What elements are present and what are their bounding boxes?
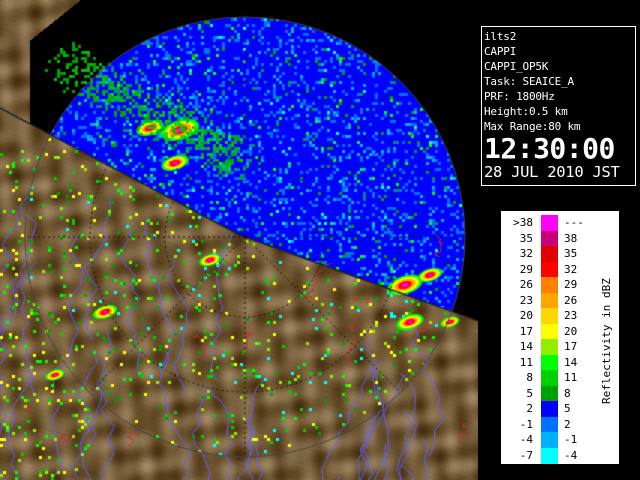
legend-low-value: -7: [519, 448, 533, 462]
legend-high-value: ---: [564, 216, 584, 229]
legend-low-value: 26: [519, 278, 533, 291]
legend-high-value: 2: [564, 417, 571, 431]
reflectivity-legend: Reflectivity in dBZ >38 --- 35 38 32 35 29 32 26…: [500, 210, 620, 465]
legend-high-value: 17: [564, 340, 578, 353]
legend-low-value: 23: [519, 293, 533, 307]
legend-row: 58: [501, 385, 619, 402]
station-name: ilts2: [484, 30, 517, 43]
legend-color-swatch: [541, 292, 558, 309]
legend-row: 29 32: [501, 261, 619, 278]
legend-row: -4 -1: [501, 432, 619, 448]
legend-high-value: 29: [564, 278, 578, 291]
legend-low-value: 11: [519, 355, 533, 369]
legend-high-value: -4: [564, 448, 578, 462]
legend-color-swatch: [541, 339, 558, 355]
legend-low-value: -4: [519, 433, 533, 446]
legend-low-value: 5: [526, 386, 533, 400]
legend-row: >38 ---: [501, 215, 619, 231]
task-label: Task: SEAICE_A: [484, 75, 574, 88]
legend-color-swatch: [541, 354, 558, 371]
legend-low-value: 14: [519, 340, 533, 353]
legend-high-value: 14: [564, 355, 578, 369]
product-name: CAPPI: [484, 45, 517, 58]
legend-row: 11 14: [501, 354, 619, 371]
legend-row: 35 38: [501, 230, 619, 247]
prf-label: PRF: 1800Hz: [484, 90, 555, 103]
legend-color-swatch: [541, 308, 558, 324]
legend-row: -1 2: [501, 416, 619, 433]
legend-row: -7 -4: [501, 447, 619, 464]
legend-high-value: 11: [564, 371, 578, 384]
legend-row: 8 11: [501, 370, 619, 386]
legend-low-value: 17: [519, 324, 533, 338]
legend-low-value: 2: [526, 402, 533, 415]
legend-color-swatch: [541, 432, 558, 448]
legend-color-swatch: [541, 370, 558, 386]
legend-color-swatch: [541, 277, 558, 293]
observation-date: 28 JUL 2010 JST: [484, 163, 620, 181]
legend-high-value: 35: [564, 247, 578, 260]
legend-low-value: 8: [526, 371, 533, 384]
legend-high-value: 23: [564, 309, 578, 322]
legend-row: 25: [501, 401, 619, 417]
legend-row: 14 17: [501, 339, 619, 355]
legend-high-value: 38: [564, 231, 578, 245]
legend-high-value: 26: [564, 293, 578, 307]
legend-high-value: 32: [564, 262, 578, 276]
observation-time: 12:30:00: [484, 132, 615, 165]
legend-color-swatch: [541, 215, 558, 231]
legend-row: 23 26: [501, 292, 619, 309]
radar-info-panel: ilts2 CAPPI CAPPI_OP5K Task: SEAICE_A PR…: [481, 26, 636, 186]
radar-map-canvas: [0, 0, 478, 480]
legend-color-swatch: [541, 385, 558, 402]
legend-row: 26 29: [501, 277, 619, 293]
legend-low-value: 32: [519, 247, 533, 260]
legend-high-value: 5: [564, 402, 571, 415]
legend-high-value: -1: [564, 433, 578, 446]
legend-color-swatch: [541, 447, 558, 464]
legend-row: 32 35: [501, 246, 619, 262]
legend-color-swatch: [541, 416, 558, 433]
legend-high-value: 20: [564, 324, 578, 338]
height-label: Height:0.5 km: [484, 105, 568, 118]
legend-color-swatch: [541, 401, 558, 417]
product-id: CAPPI_OP5K: [484, 60, 549, 73]
legend-color-swatch: [541, 261, 558, 278]
legend-low-value: >38: [513, 216, 533, 229]
legend-color-swatch: [541, 323, 558, 340]
legend-high-value: 8: [564, 386, 571, 400]
legend-color-swatch: [541, 230, 558, 247]
legend-row: 17 20: [501, 323, 619, 340]
legend-low-value: 35: [519, 231, 533, 245]
legend-low-value: -1: [519, 417, 533, 431]
legend-color-swatch: [541, 246, 558, 262]
legend-row: 20 23: [501, 308, 619, 324]
legend-low-value: 20: [519, 309, 533, 322]
legend-low-value: 29: [519, 262, 533, 276]
